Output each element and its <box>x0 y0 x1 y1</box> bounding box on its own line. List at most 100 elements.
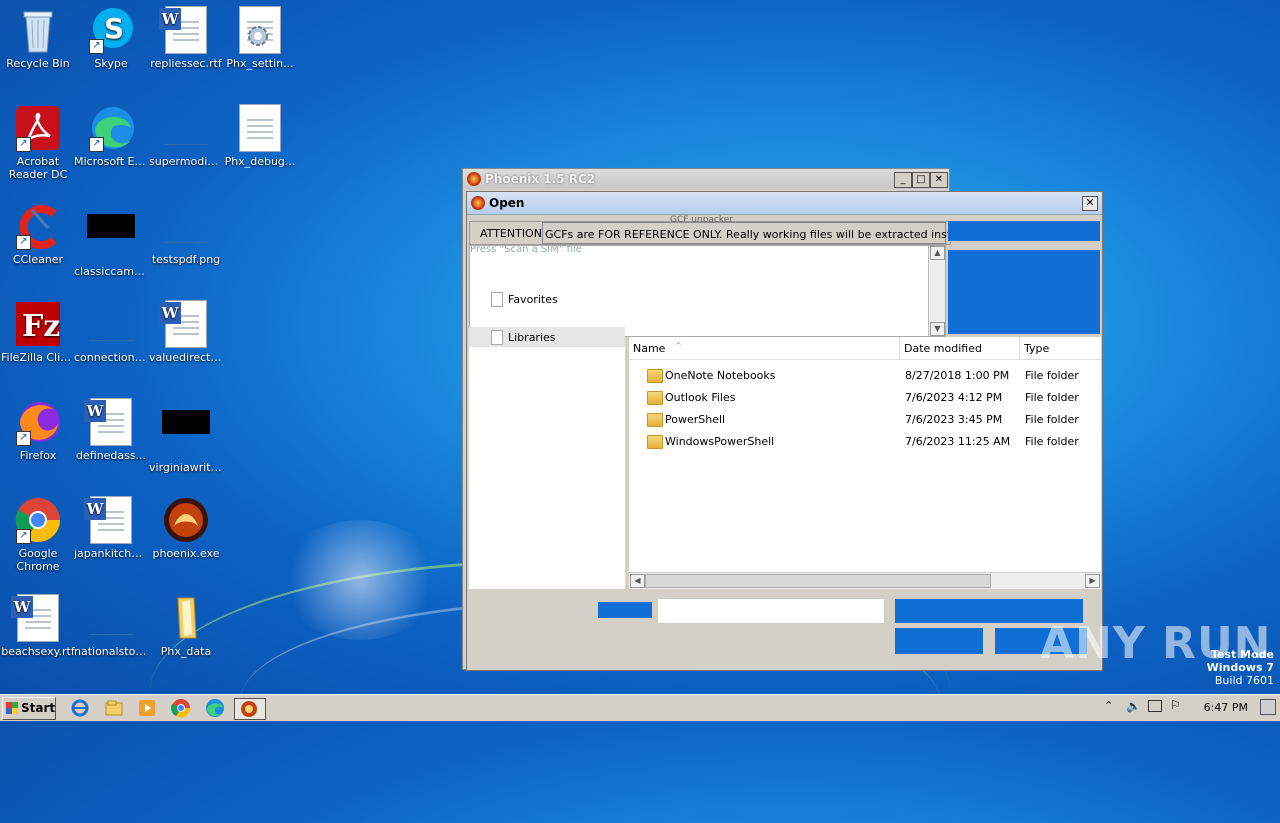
scroll-left-icon[interactable]: ◀ <box>630 574 645 588</box>
file-type: File folder <box>1025 413 1079 426</box>
file-row[interactable]: OneNote Notebooks 8/27/2018 1:00 PM File… <box>629 365 1101 387</box>
attention-bar: GCF unpacker ATTENTION: GCFs are FOR REF… <box>469 215 980 245</box>
desktop-icon-label: Phx_settin... <box>226 57 294 70</box>
edge-icon[interactable] <box>205 698 225 718</box>
desktop-icon-supermodifi[interactable]: supermodifi... <box>148 104 224 168</box>
scroll-thumb[interactable] <box>645 574 991 588</box>
desktop-icon-firefox[interactable]: ↗ Firefox <box>0 398 76 462</box>
file-name-input[interactable] <box>657 598 885 624</box>
desktop-icon-phx-debug[interactable]: Phx_debug... <box>222 104 298 168</box>
file-row[interactable]: PowerShell 7/6/2023 3:45 PM File folder <box>629 409 1101 431</box>
image-thumbnail-icon <box>87 214 135 262</box>
minimize-button[interactable]: _ <box>894 172 912 188</box>
desktop-icon-phx-settings[interactable]: Phx_settin... <box>222 6 298 70</box>
image-thumbnail-icon <box>162 410 210 458</box>
column-header-name[interactable]: Name ^ <box>629 337 900 360</box>
desktop-icon-phoenix-exe[interactable]: phoenix.exe <box>148 496 224 560</box>
file-row[interactable]: Outlook Files 7/6/2023 4:12 PM File fold… <box>629 387 1101 409</box>
word-document-icon: W <box>84 496 135 544</box>
svg-text:Fz: Fz <box>22 309 60 344</box>
desktop-icon-filezilla[interactable]: Fz FileZilla Client <box>0 300 76 364</box>
desktop-icon-edge[interactable]: ↗ Microsoft Edge <box>73 104 149 168</box>
file-explorer-icon[interactable] <box>104 698 124 718</box>
folder-icon <box>647 369 663 383</box>
desktop-icon-connectionc[interactable]: connectionc... <box>73 300 149 364</box>
desktop-icon-repliessec[interactable]: W repliessec.rtf <box>148 6 224 70</box>
chrome-icon[interactable] <box>171 698 191 718</box>
file-name: WindowsPowerShell <box>665 435 775 448</box>
column-header-date[interactable]: Date modified <box>900 337 1020 360</box>
open-button[interactable] <box>895 628 983 654</box>
phoenix-titlebar[interactable]: Phoenix 1.5 RC2 _ □ ✕ <box>463 169 949 189</box>
desktop-icon-recycle-bin[interactable]: Recycle Bin <box>0 6 76 70</box>
phoenix-app-icon <box>471 196 485 210</box>
file-type: File folder <box>1025 369 1079 382</box>
show-desktop-button[interactable] <box>1260 699 1276 715</box>
log-vertical-scrollbar[interactable]: ▲ ▼ <box>928 246 945 336</box>
skype-icon: S ↗ <box>87 6 135 54</box>
scroll-right-icon[interactable]: ▶ <box>1085 574 1100 588</box>
system-tray: ⌃ 🔈 ⚐ 6:47 PM <box>1100 695 1280 721</box>
blank-file-icon <box>162 104 210 152</box>
close-button[interactable]: ✕ <box>930 172 948 188</box>
desktop-icon-label: Microsoft Edge <box>74 155 149 168</box>
maximize-button[interactable]: □ <box>912 172 930 188</box>
desktop-icon-phx-data[interactable]: Phx_data <box>148 594 224 658</box>
column-header-type[interactable]: Type <box>1020 337 1101 360</box>
desktop-icon-skype[interactable]: S ↗ Skype <box>73 6 149 70</box>
file-row[interactable]: WindowsPowerShell 7/6/2023 11:25 AM File… <box>629 431 1101 453</box>
start-button[interactable]: Start <box>2 697 56 720</box>
desktop-icon-virginiawrite[interactable]: virginiawrite... <box>148 398 224 474</box>
desktop-icon-label: definedass... <box>75 449 147 462</box>
desktop-icon-japankitche[interactable]: W japankitche... <box>73 496 149 560</box>
desktop-icon-nationalstor[interactable]: nationalstor... <box>73 594 149 658</box>
shortcut-arrow-icon: ↗ <box>16 529 31 544</box>
desktop-icon-definedass[interactable]: W definedass... <box>73 398 149 462</box>
desktop-icon-label: japankitche... <box>74 547 149 560</box>
desktop-icon-ccleaner[interactable]: ↗ CCleaner <box>0 202 76 266</box>
desktop-icon-label: testspdf.png <box>151 253 221 266</box>
firefox-icon: ↗ <box>14 398 62 446</box>
internet-explorer-icon[interactable] <box>70 698 90 718</box>
word-document-icon: W <box>159 300 210 348</box>
nav-item-libraries[interactable]: Libraries <box>469 327 625 347</box>
file-date: 7/6/2023 3:45 PM <box>905 413 1003 426</box>
open-dialog[interactable]: Open ✕ GCF unpacker ATTENTION: GCFs are … <box>466 191 1103 671</box>
desktop-icon-classiccame[interactable]: classiccame... <box>73 202 149 278</box>
folder-icon <box>647 391 663 405</box>
word-document-icon: W <box>84 398 135 446</box>
desktop-icon-label: Acrobat Reader DC <box>8 155 68 181</box>
file-list-horizontal-scrollbar[interactable]: ◀ ▶ <box>629 572 1101 589</box>
watermark-line: Windows 7 <box>1206 661 1274 674</box>
show-hidden-icons[interactable]: ⌃ <box>1104 699 1113 712</box>
shortcut-arrow-icon: ↗ <box>89 137 104 152</box>
network-icon[interactable] <box>1148 700 1162 712</box>
close-button[interactable]: ✕ <box>1082 196 1098 211</box>
column-header-label: Date modified <box>904 342 982 355</box>
desktop-icon-acrobat[interactable]: ↗ Acrobat Reader DC <box>0 104 76 181</box>
desktop-icon-beachsexy[interactable]: W beachsexy.rtf <box>0 594 76 658</box>
sort-up-icon: ^ <box>675 341 682 350</box>
file-name-label-block <box>598 602 652 618</box>
scroll-down-icon[interactable]: ▼ <box>930 322 945 336</box>
action-center-flag-icon[interactable]: ⚐ <box>1170 698 1181 712</box>
desktop-icon-chrome[interactable]: ↗ Google Chrome <box>0 496 76 573</box>
clock[interactable]: 6:47 PM <box>1204 701 1248 714</box>
navigation-pane: Favorites Libraries <box>469 292 625 589</box>
nav-item-label: Libraries <box>508 331 556 344</box>
desktop-icon-valuedirecto[interactable]: W valuedirecto... <box>148 300 224 364</box>
filezilla-icon: Fz <box>14 300 62 348</box>
file-name: PowerShell <box>665 413 726 426</box>
chrome-icon: ↗ <box>14 496 62 544</box>
start-label: Start <box>21 701 56 715</box>
taskbar: Start ⌃ 🔈 ⚐ 6:47 PM <box>0 694 1280 721</box>
phoenix-taskbar-button[interactable] <box>234 698 266 720</box>
open-dialog-titlebar[interactable]: Open ✕ <box>467 192 1102 215</box>
shortcut-arrow-icon: ↗ <box>89 39 104 54</box>
volume-icon[interactable]: 🔈 <box>1126 699 1141 713</box>
nav-item-favorites[interactable]: Favorites <box>469 289 625 309</box>
desktop-icon-testspdf[interactable]: testspdf.png <box>148 202 224 266</box>
scroll-up-icon[interactable]: ▲ <box>930 246 945 260</box>
media-player-icon[interactable] <box>137 698 157 718</box>
desktop-icon-label: supermodifi... <box>149 155 224 168</box>
